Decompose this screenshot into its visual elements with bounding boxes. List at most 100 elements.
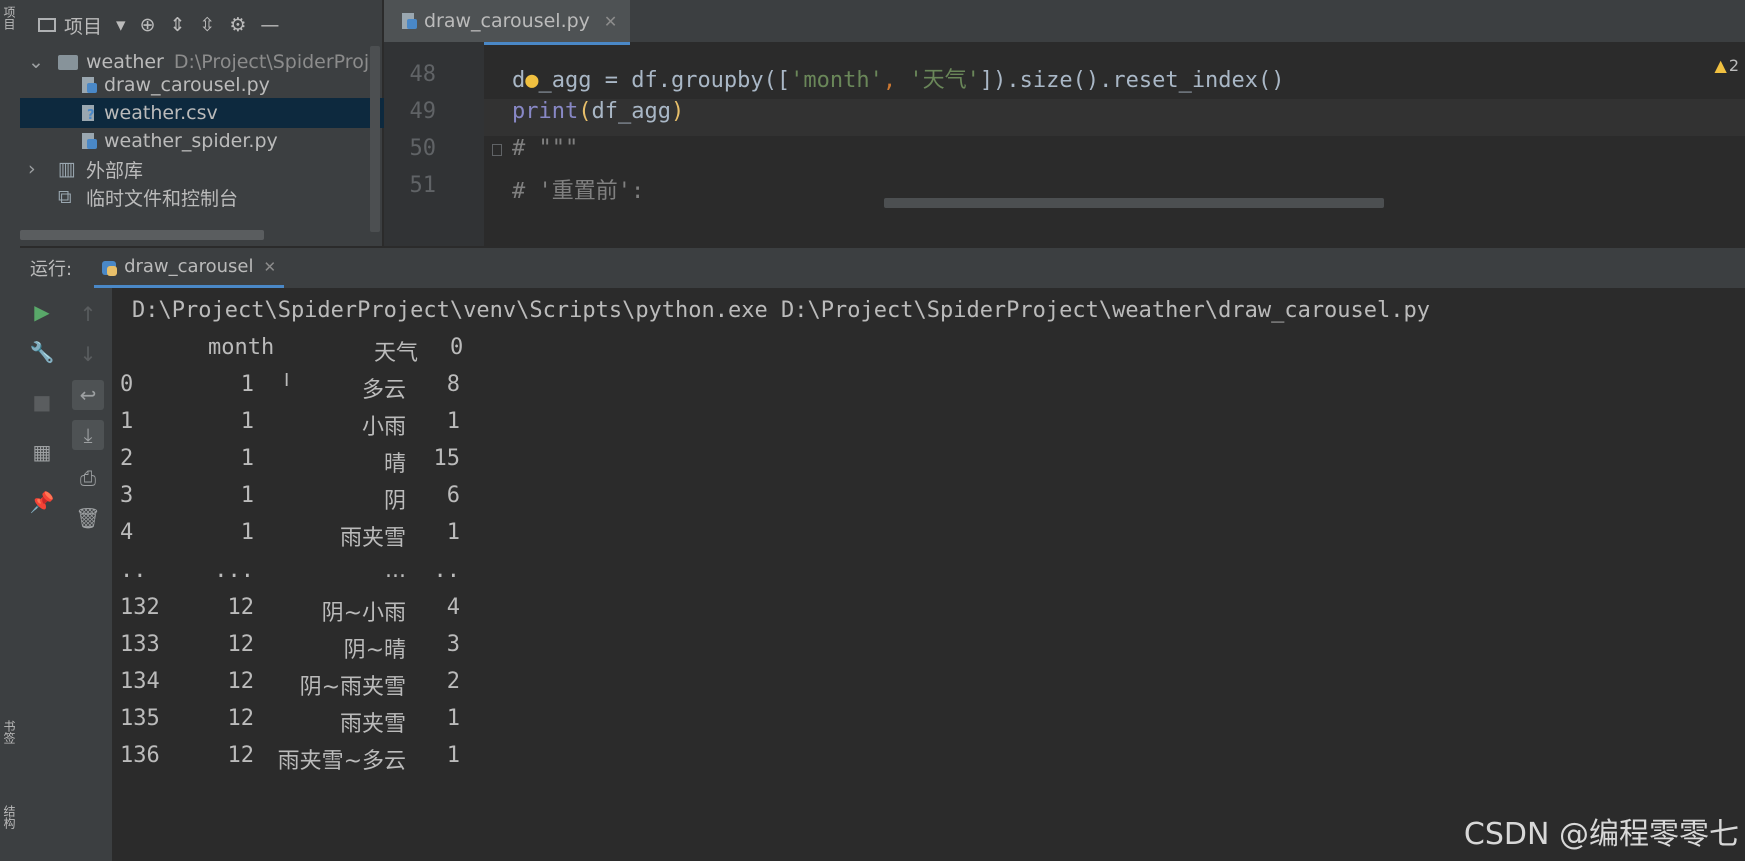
row-count: 4 — [446, 595, 460, 620]
bookmarks-tool-tab[interactable]: 书签 — [2, 720, 18, 770]
run-toolbar-primary: ▶ 🔧 ■ ▦ 📌 — [20, 288, 64, 861]
row-month: ... — [214, 558, 254, 583]
crosshair-icon[interactable]: ⊕ — [140, 14, 156, 36]
project-title[interactable]: 项目 — [64, 12, 102, 39]
left-tool-strip: 项目 书签 结构 — [0, 0, 21, 861]
row-month: 12 — [227, 743, 255, 768]
layout-icon[interactable]: ▦ — [20, 440, 64, 464]
editor-horizontal-scrollbar[interactable] — [884, 198, 1384, 208]
editor-gutter: 48 49 50 51 — [384, 42, 484, 246]
project-tool-tab[interactable]: 项目 — [2, 6, 18, 56]
row-count: 3 — [446, 632, 460, 657]
row-weather: 阴~雨夹雪 — [299, 675, 406, 700]
pin-icon[interactable]: 📌 — [20, 490, 64, 514]
soft-wrap-icon[interactable]: ↩ — [64, 380, 112, 410]
intention-bulb-icon[interactable]: ● — [525, 68, 538, 93]
collapse-all-icon[interactable]: ⇳ — [199, 14, 215, 36]
arrow-down-icon[interactable]: ↓ — [64, 342, 112, 366]
run-tab-draw-carousel[interactable]: draw_carousel ✕ — [94, 248, 285, 288]
code-line-49[interactable]: print(df_agg) — [512, 99, 684, 124]
run-tab-label: draw_carousel — [124, 256, 254, 277]
header-weather: 天气 — [374, 341, 419, 366]
watermark: CSDN @编程零零七 — [1463, 817, 1739, 852]
row-weather: 雨夹雪 — [339, 712, 406, 737]
row-count: 1 — [446, 743, 460, 768]
row-index: 0 — [120, 372, 134, 397]
row-weather: 雨夹雪~多云 — [277, 749, 406, 774]
code-line-50[interactable]: # """ — [512, 136, 578, 161]
code-line-48[interactable]: d●_agg = df.groupby(['month', '天气']).siz… — [512, 62, 1285, 94]
row-weather: 阴 — [383, 489, 406, 514]
vertical-scrollbar[interactable] — [370, 46, 380, 232]
row-month: 1 — [240, 483, 254, 508]
chevron-down-icon[interactable]: ▾ — [116, 14, 126, 36]
python-file-icon — [82, 131, 98, 151]
structure-tool-tab[interactable]: 结构 — [2, 805, 18, 855]
stop-icon[interactable]: ■ — [20, 390, 64, 414]
chevron-right-icon[interactable]: › — [28, 158, 52, 180]
row-weather: 雨夹雪 — [339, 526, 406, 551]
arrow-up-icon[interactable]: ↑ — [64, 302, 112, 326]
rerun-icon[interactable]: ▶ — [20, 300, 64, 324]
row-count: 1 — [446, 520, 460, 545]
row-count: 15 — [433, 446, 461, 471]
row-count: 6 — [446, 483, 460, 508]
minimize-icon[interactable]: — — [260, 14, 279, 36]
scratch-console-icon: ⧉ — [58, 186, 72, 208]
text-cursor: I — [284, 370, 290, 391]
close-icon[interactable]: ✕ — [604, 12, 617, 31]
editor-tab-draw-carousel[interactable]: draw_carousel.py ✕ — [384, 0, 630, 45]
horizontal-scrollbar[interactable] — [20, 230, 264, 240]
row-index: 4 — [120, 520, 134, 545]
row-index: 1 — [120, 409, 134, 434]
code-line-51[interactable]: # '重置前': — [512, 173, 644, 205]
row-count: 1 — [446, 409, 460, 434]
tree-file-draw-carousel[interactable]: draw_carousel.py — [20, 70, 444, 100]
tree-file-label: draw_carousel.py — [104, 74, 270, 96]
gear-icon[interactable]: ⚙ — [229, 14, 246, 36]
python-file-icon — [82, 75, 98, 95]
trash-icon[interactable]: 🗑 — [64, 506, 112, 530]
row-month: 1 — [240, 520, 254, 545]
row-count: 8 — [446, 372, 460, 397]
editor-tab-label: draw_carousel.py — [424, 10, 590, 32]
warning-icon[interactable]: ▲ 2 — [1715, 56, 1740, 75]
tree-item-label: 临时文件和控制台 — [86, 187, 239, 210]
tree-file-weather-spider[interactable]: weather_spider.py — [20, 126, 444, 156]
tree-file-label: weather.csv — [104, 102, 218, 124]
row-month: 12 — [227, 706, 255, 731]
expand-all-icon[interactable]: ⇕ — [169, 14, 185, 36]
project-view-icon[interactable] — [38, 18, 56, 32]
print-icon[interactable]: ⎙ — [64, 466, 112, 490]
project-toolbar: 项目 ▾ ⊕ ⇕ ⇳ ⚙ — — [20, 0, 382, 50]
row-weather: 多云 — [361, 378, 406, 403]
editor-tab-bar: draw_carousel.py ✕ — [384, 0, 1745, 45]
close-icon[interactable]: ✕ — [263, 258, 276, 276]
wrench-icon[interactable]: 🔧 — [20, 340, 64, 364]
run-console[interactable]: D:\Project\SpiderProject\venv\Scripts\py… — [112, 288, 1745, 861]
row-month: 1 — [240, 409, 254, 434]
row-index: 136 — [120, 743, 160, 768]
tree-file-weather-csv[interactable]: ? weather.csv — [20, 98, 444, 128]
line-number: 50 — [409, 136, 437, 161]
line-number: 48 — [409, 62, 437, 87]
tree-item-label: 外部库 — [86, 159, 144, 182]
row-weather: ... — [385, 558, 406, 583]
row-weather: 小雨 — [361, 415, 406, 440]
python-icon — [102, 257, 118, 277]
row-index: 133 — [120, 632, 160, 657]
run-toolbar-secondary: ↑ ↓ ↩ ⤓ ⎙ 🗑 — [64, 288, 113, 861]
row-month: 1 — [240, 372, 254, 397]
tree-external-libraries[interactable]: › ▥ 外部库 — [20, 154, 390, 184]
row-index: 132 — [120, 595, 160, 620]
console-command-line: D:\Project\SpiderProject\venv\Scripts\py… — [132, 298, 1431, 323]
warning-count: 2 — [1728, 56, 1739, 75]
row-index: 3 — [120, 483, 134, 508]
fold-icon[interactable] — [492, 144, 502, 156]
run-panel-header: 运行: draw_carousel ✕ — [20, 248, 1745, 288]
folder-icon — [58, 54, 78, 70]
tree-scratches[interactable]: ⧉ 临时文件和控制台 — [20, 182, 414, 212]
unknown-file-icon: ? — [82, 103, 98, 123]
library-icon: ▥ — [58, 158, 76, 180]
scroll-to-end-icon[interactable]: ⤓ — [64, 420, 112, 450]
